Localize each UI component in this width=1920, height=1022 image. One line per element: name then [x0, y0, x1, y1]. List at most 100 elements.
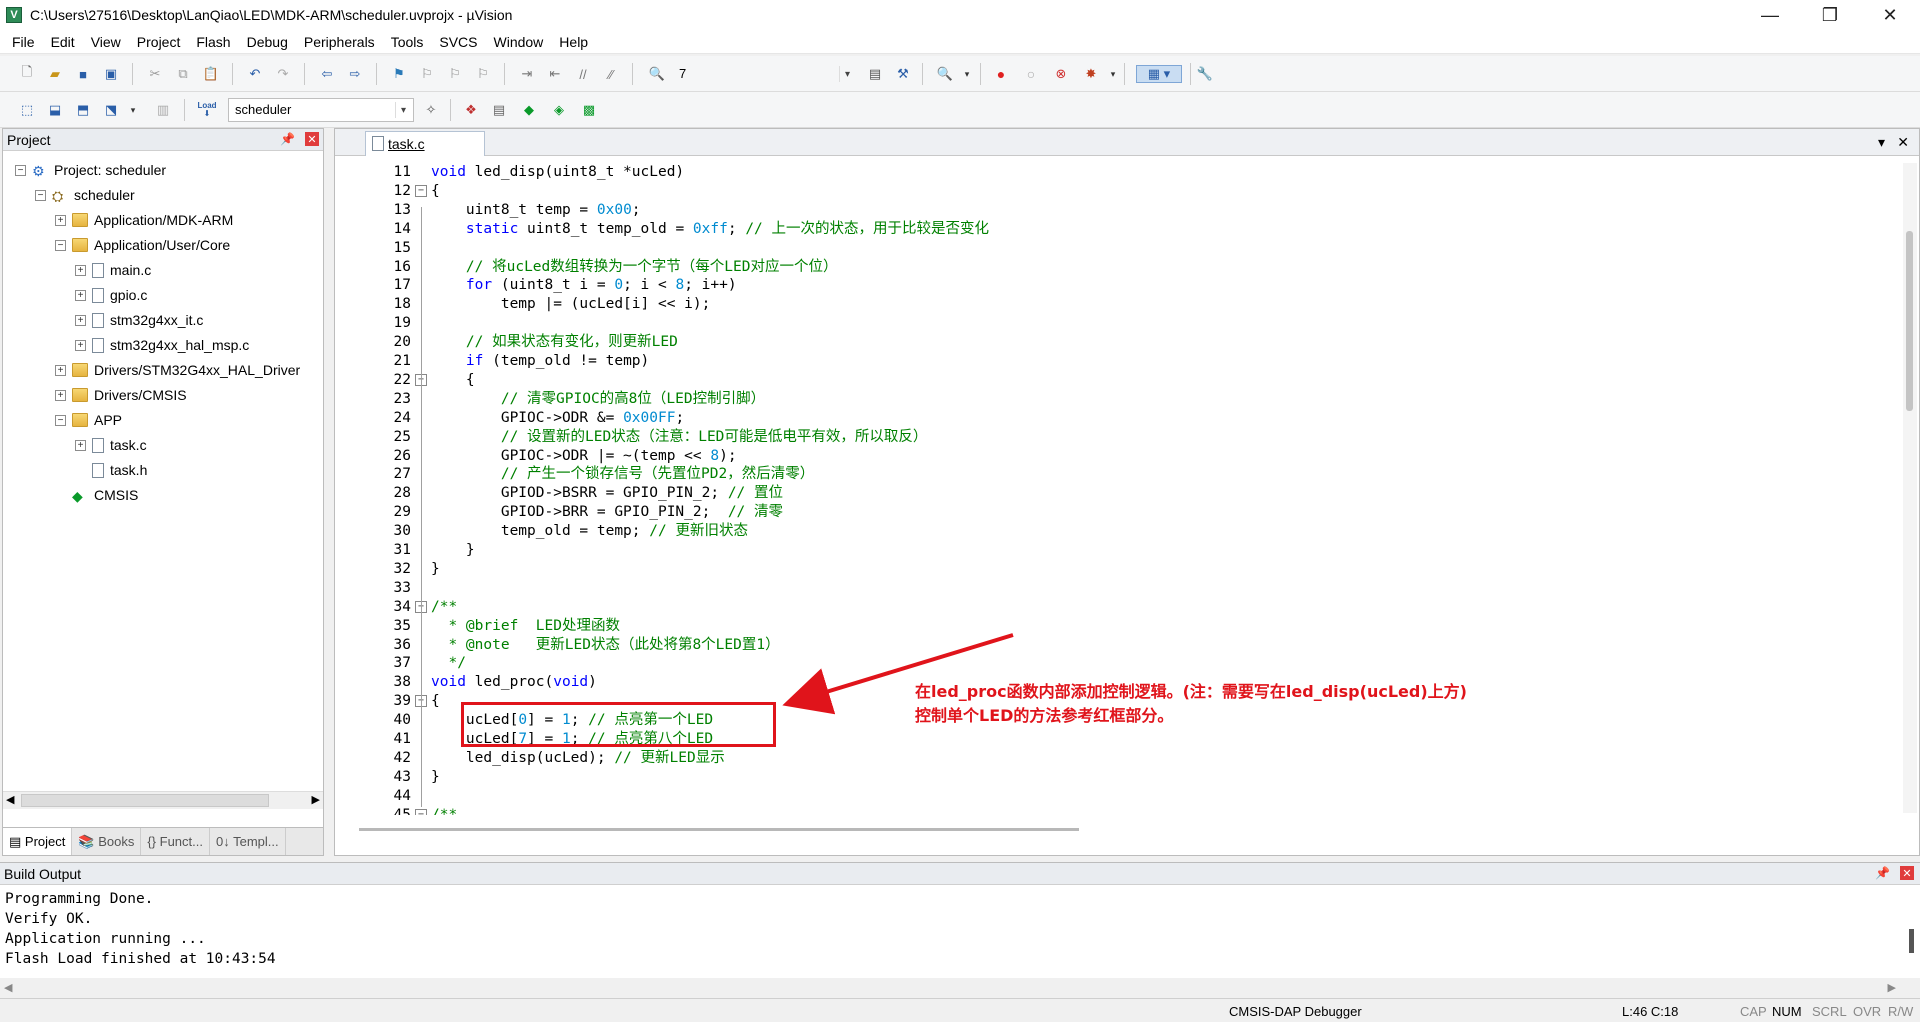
- vertical-scroll-thumb[interactable]: [1909, 929, 1914, 953]
- navigate-forward-icon[interactable]: ⇨: [346, 65, 364, 83]
- menu-edit[interactable]: Edit: [43, 34, 83, 50]
- configure-icon[interactable]: 🔧: [1196, 65, 1214, 83]
- expand-icon[interactable]: +: [55, 214, 66, 226]
- code-line[interactable]: 44: [335, 787, 1903, 806]
- code-line[interactable]: 11 void led_disp(uint8_t *ucLed): [335, 163, 1903, 182]
- close-icon[interactable]: ✕: [305, 132, 319, 146]
- tab-functions[interactable]: {} Funct...: [141, 828, 210, 855]
- code-line[interactable]: 30 temp_old = temp; // 更新旧状态: [335, 522, 1903, 541]
- tree-item[interactable]: + task.c: [75, 434, 147, 456]
- prev-bookmark-icon[interactable]: ⚐: [418, 65, 436, 83]
- scroll-thumb[interactable]: [1906, 231, 1913, 411]
- tab-project[interactable]: ▤ Project: [3, 828, 73, 855]
- select-packs-icon[interactable]: ▩: [580, 101, 598, 119]
- code-line[interactable]: 12−{: [335, 182, 1903, 201]
- build-output-scrollbar[interactable]: ◀ ▶: [0, 978, 1920, 998]
- next-bookmark-icon[interactable]: ⚐: [446, 65, 464, 83]
- menu-window[interactable]: Window: [486, 34, 552, 50]
- tab-task-c[interactable]: task.c: [365, 131, 485, 156]
- file-extensions-icon[interactable]: ❖: [462, 101, 480, 119]
- expand-icon[interactable]: +: [75, 264, 86, 276]
- code-line[interactable]: 35 * @brief LED处理函数: [335, 617, 1903, 636]
- editor-vertical-scrollbar[interactable]: [1903, 163, 1917, 813]
- redo-icon[interactable]: ↷: [274, 65, 292, 83]
- code-line[interactable]: 23 // 清零GPIOC的高8位（LED控制引脚）: [335, 390, 1903, 409]
- debug-session-icon[interactable]: 🔍: [936, 65, 954, 83]
- tab-books[interactable]: 📚 Books: [72, 828, 142, 855]
- code-line[interactable]: 25 // 设置新的LED状态（注意：LED可能是低电平有效，所以取反）: [335, 428, 1903, 447]
- minimize-button[interactable]: —: [1740, 0, 1800, 30]
- code-line[interactable]: 42 led_disp(ucLed); // 更新LED显示: [335, 749, 1903, 768]
- menu-project[interactable]: Project: [129, 34, 189, 50]
- code-line[interactable]: 17 for (uint8_t i = 0; i < 8; i++): [335, 276, 1903, 295]
- expand-icon[interactable]: +: [75, 314, 86, 326]
- comment-icon[interactable]: //: [574, 65, 592, 83]
- copy-icon[interactable]: ⧉: [174, 65, 192, 83]
- target-select[interactable]: scheduler ▾: [228, 98, 414, 122]
- code-line[interactable]: 37 */: [335, 654, 1903, 673]
- tab-templates[interactable]: 0↓ Templ...: [210, 828, 286, 855]
- run-time-environment-icon[interactable]: ◆: [520, 101, 538, 119]
- tree-item[interactable]: + Drivers/CMSIS: [55, 384, 187, 406]
- chevron-down-icon[interactable]: ▾: [839, 66, 855, 82]
- tree-item[interactable]: + Application/MDK-ARM: [55, 209, 233, 231]
- tree-item[interactable]: + gpio.c: [75, 284, 147, 306]
- tree-item[interactable]: + main.c: [75, 259, 151, 281]
- fold-toggle-icon[interactable]: −: [415, 184, 427, 197]
- code-line[interactable]: 15: [335, 239, 1903, 258]
- expand-icon[interactable]: +: [55, 389, 66, 401]
- manage-components-icon[interactable]: ▤: [490, 101, 508, 119]
- menu-flash[interactable]: Flash: [188, 34, 238, 50]
- indent-icon[interactable]: ⇥: [518, 65, 536, 83]
- tree-item[interactable]: − ⛭ scheduler: [35, 184, 135, 206]
- tree-item[interactable]: + Drivers/STM32G4xx_HAL_Driver: [55, 359, 300, 381]
- pack-installer-icon[interactable]: ◈: [550, 101, 568, 119]
- breakpoint-icon[interactable]: ●: [992, 65, 1010, 83]
- uncomment-icon[interactable]: ⁄⁄: [602, 65, 620, 83]
- paste-icon[interactable]: 📋: [202, 65, 220, 83]
- code-line[interactable]: 43}: [335, 768, 1903, 787]
- code-line[interactable]: 13 uint8_t temp = 0x00;: [335, 201, 1903, 220]
- scroll-left-icon[interactable]: ◀: [6, 793, 14, 806]
- close-button[interactable]: ✕: [1860, 0, 1920, 30]
- scroll-left-icon[interactable]: ◀: [4, 981, 12, 994]
- menu-svcs[interactable]: SVCS: [431, 34, 485, 50]
- menu-help[interactable]: Help: [551, 34, 596, 50]
- code-line[interactable]: 31 }: [335, 541, 1903, 560]
- menu-peripherals[interactable]: Peripherals: [296, 34, 383, 50]
- expand-icon[interactable]: +: [75, 289, 86, 301]
- incremental-find-icon[interactable]: ▤: [866, 65, 884, 83]
- scroll-right-icon[interactable]: ▶: [1888, 981, 1896, 994]
- unindent-icon[interactable]: ⇤: [546, 65, 564, 83]
- code-line[interactable]: 34−/**: [335, 598, 1903, 617]
- fold-toggle-icon[interactable]: −: [415, 808, 427, 815]
- close-icon[interactable]: ✕: [1900, 866, 1914, 880]
- chevron-down-icon[interactable]: ▾: [958, 65, 976, 83]
- chevron-down-icon[interactable]: ▾: [1104, 65, 1122, 83]
- load-icon[interactable]: Load ⬇: [194, 101, 220, 119]
- tree-item[interactable]: − ⚙ Project: scheduler: [15, 159, 166, 181]
- target-options-icon[interactable]: ✧: [422, 101, 440, 119]
- bookmark-icon[interactable]: ⚑: [390, 65, 408, 83]
- code-line[interactable]: 20 // 如果状态有变化，则更新LED: [335, 333, 1903, 352]
- code-line[interactable]: 28 GPIOD->BSRR = GPIO_PIN_2; // 置位: [335, 484, 1903, 503]
- menu-debug[interactable]: Debug: [239, 34, 296, 50]
- collapse-icon[interactable]: −: [55, 414, 66, 426]
- find-in-files-icon[interactable]: 🔍: [648, 65, 666, 83]
- expand-icon[interactable]: +: [55, 364, 66, 376]
- expand-icon[interactable]: +: [75, 439, 86, 451]
- collapse-icon[interactable]: −: [35, 189, 46, 201]
- rebuild-icon[interactable]: ⬒: [74, 101, 92, 119]
- tree-item[interactable]: − APP: [55, 409, 122, 431]
- menu-tools[interactable]: Tools: [383, 34, 432, 50]
- find-combo[interactable]: 7 ▾: [672, 62, 858, 86]
- code-line[interactable]: 19: [335, 314, 1903, 333]
- menu-file[interactable]: File: [4, 34, 43, 50]
- tree-item[interactable]: task.h: [75, 459, 147, 481]
- find-replace-icon[interactable]: ⚒: [894, 65, 912, 83]
- menu-view[interactable]: View: [83, 34, 129, 50]
- project-horizontal-scrollbar[interactable]: ◀ ▶: [3, 791, 323, 809]
- code-line[interactable]: 21 if (temp_old != temp): [335, 352, 1903, 371]
- code-line[interactable]: 18 temp |= (ucLed[i] << i);: [335, 295, 1903, 314]
- chevron-down-icon[interactable]: ▾: [395, 102, 411, 118]
